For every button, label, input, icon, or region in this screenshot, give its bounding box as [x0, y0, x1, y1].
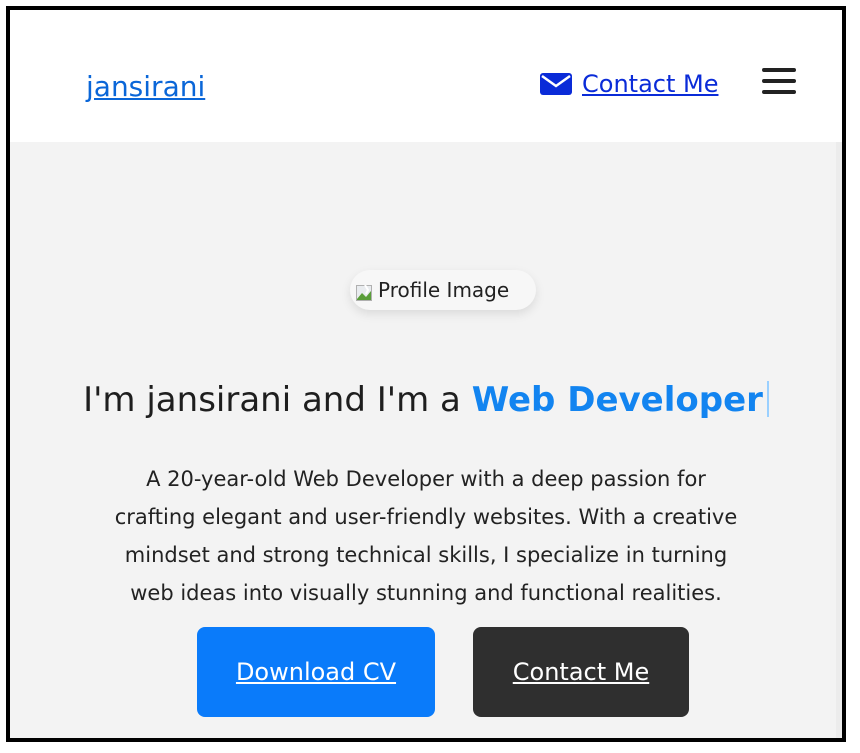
header-contact-link[interactable]: Contact Me	[540, 70, 718, 98]
hamburger-menu-icon[interactable]	[762, 68, 796, 94]
site-header: jansirani Contact Me	[10, 10, 842, 142]
headline-role: Web Developer	[471, 380, 763, 420]
headline-prefix: I'm jansirani and I'm a	[83, 380, 472, 420]
browser-frame: jansirani Contact Me Profile Image I'm j…	[6, 6, 846, 742]
contact-me-button[interactable]: Contact Me	[473, 627, 689, 717]
download-cv-button[interactable]: Download CV	[197, 627, 435, 717]
typing-cursor	[766, 381, 769, 417]
menu-bar	[762, 79, 796, 83]
contact-link-label: Contact Me	[582, 70, 719, 98]
envelope-icon	[540, 73, 572, 95]
brand-link[interactable]: jansirani	[86, 70, 205, 103]
menu-bar	[762, 90, 796, 94]
broken-image-icon	[356, 282, 372, 301]
hero-headline: I'm jansirani and I'm a Web Developer	[10, 380, 842, 420]
scrollbar[interactable]	[836, 142, 842, 738]
hero-description: A 20-year-old Web Developer with a deep …	[114, 467, 738, 605]
profile-image: Profile Image	[350, 270, 536, 310]
menu-bar	[762, 68, 796, 72]
profile-image-alt-text: Profile Image	[378, 278, 510, 302]
